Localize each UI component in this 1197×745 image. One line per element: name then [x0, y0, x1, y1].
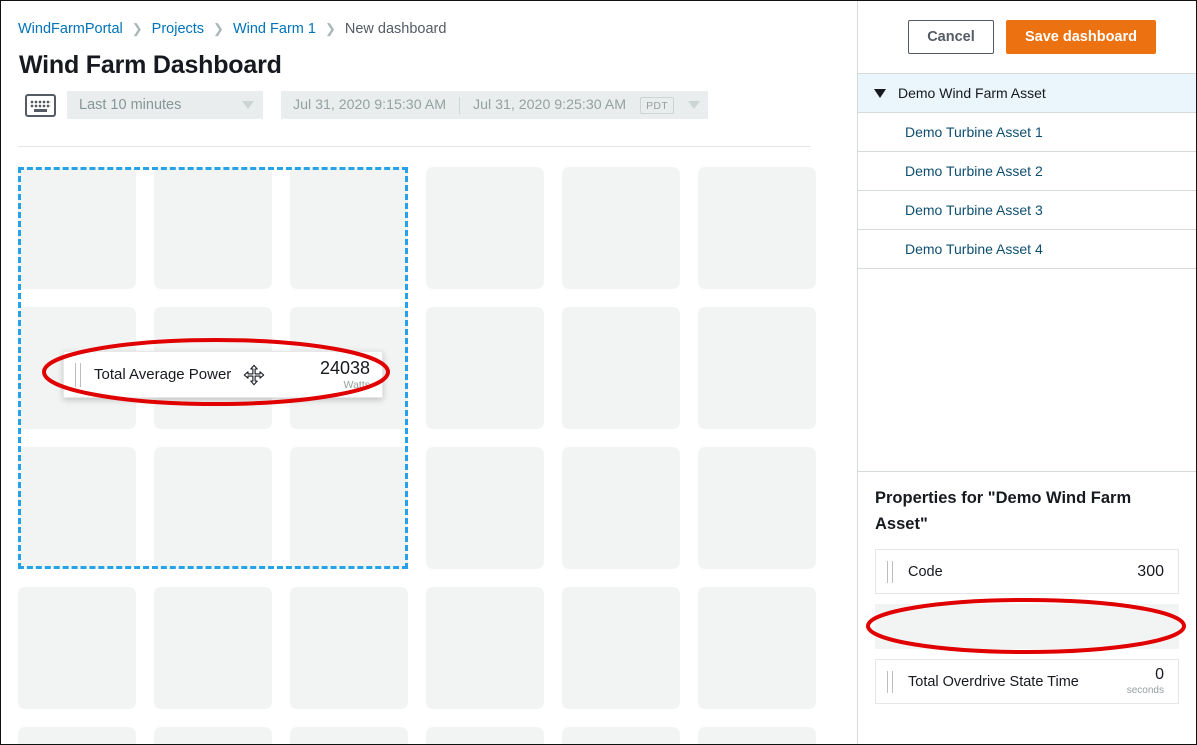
dashboard-grid-cell[interactable] [154, 727, 272, 744]
save-dashboard-button[interactable]: Save dashboard [1006, 20, 1156, 54]
property-label: Total Overdrive State Time [908, 674, 1079, 690]
asset-tree-row[interactable]: Demo Turbine Asset 2 [858, 152, 1196, 191]
breadcrumb-separator-icon: ❯ [132, 22, 143, 35]
dashboard-grid-cell[interactable] [562, 727, 680, 744]
widget-label: Total Average Power [94, 366, 231, 383]
breadcrumb-separator-icon: ❯ [213, 22, 224, 35]
time-range-dates[interactable]: Jul 31, 2020 9:15:30 AM Jul 31, 2020 9:2… [281, 91, 708, 119]
timezone-badge: PDT [640, 97, 674, 114]
keyboard-spacebar-decoration [34, 109, 47, 112]
breadcrumb: WindFarmPortal ❯ Projects ❯ Wind Farm 1 … [1, 1, 857, 39]
dashboard-grid-cell[interactable] [154, 587, 272, 709]
property-value-group: 0 seconds [1127, 667, 1164, 696]
dashboard-canvas-area: WindFarmPortal ❯ Projects ❯ Wind Farm 1 … [1, 1, 857, 744]
dashboard-grid-cell[interactable] [18, 447, 136, 569]
breadcrumb-item-1[interactable]: Projects [152, 21, 204, 37]
dashboard-grid-cell[interactable] [426, 587, 544, 709]
keyboard-keys-decoration [30, 100, 51, 108]
app-window: WindFarmPortal ❯ Projects ❯ Wind Farm 1 … [0, 0, 1197, 745]
dashboard-grid-cell[interactable] [426, 307, 544, 429]
breadcrumb-item-2[interactable]: Wind Farm 1 [233, 21, 316, 37]
properties-title: Properties for "Demo Wind Farm Asset" [875, 486, 1179, 537]
widget-value-group: 24038 Watts [320, 359, 370, 391]
property-value-group: 300 [1137, 564, 1164, 580]
caret-down-icon[interactable] [874, 89, 886, 98]
time-range-preset-value: Last 10 minutes [79, 97, 181, 113]
dashboard-grid-cell[interactable] [18, 587, 136, 709]
asset-tree-row[interactable]: Demo Wind Farm Asset [858, 74, 1196, 113]
time-range-end-date: Jul 31, 2020 9:25:30 AM [473, 97, 626, 113]
keyboard-icon[interactable] [25, 94, 56, 117]
widget-value: 24038 [320, 359, 370, 377]
dashboard-grid-cell[interactable] [562, 587, 680, 709]
drag-handle-icon[interactable] [886, 561, 895, 583]
dashboard-grid-cell[interactable] [290, 167, 408, 289]
breadcrumb-separator-icon: ❯ [325, 22, 336, 35]
time-range-start-date: Jul 31, 2020 9:15:30 AM [293, 97, 446, 113]
time-range-preset-select[interactable]: Last 10 minutes [67, 91, 263, 119]
chevron-down-icon[interactable] [688, 101, 700, 109]
move-cursor-icon [243, 364, 265, 386]
dashboard-grid-cell[interactable] [698, 447, 816, 569]
dashboard-grid-cell[interactable] [426, 727, 544, 744]
toolbar-divider [18, 146, 811, 147]
property-list: Code 300 Total Overdrive State Time 0 second… [875, 549, 1179, 704]
asset-tree-row-label: Demo Wind Farm Asset [898, 85, 1046, 101]
asset-tree-row[interactable]: Demo Turbine Asset 4 [858, 230, 1196, 269]
dashboard-grid-cell[interactable] [698, 727, 816, 744]
time-range-toolbar: Last 10 minutes Jul 31, 2020 9:15:30 AM … [25, 91, 857, 119]
panel-action-bar: Cancel Save dashboard [858, 1, 1196, 73]
drag-handle-icon[interactable] [74, 363, 83, 387]
asset-tree-row-label: Demo Turbine Asset 2 [905, 163, 1043, 179]
dashboard-grid-cell[interactable] [426, 447, 544, 569]
asset-tree-row-label: Demo Turbine Asset 3 [905, 202, 1043, 218]
page-title: Wind Farm Dashboard [19, 51, 857, 80]
dashboard-grid-cell[interactable] [698, 307, 816, 429]
property-row-placeholder[interactable] [875, 604, 1179, 649]
property-value: 0 [1127, 667, 1164, 683]
asset-tree-row-label: Demo Turbine Asset 1 [905, 124, 1043, 140]
asset-properties-section: Properties for "Demo Wind Farm Asset" Co… [858, 471, 1196, 744]
property-unit: seconds [1127, 686, 1164, 696]
asset-tree-row[interactable]: Demo Turbine Asset 3 [858, 191, 1196, 230]
dashboard-grid-cell[interactable] [290, 587, 408, 709]
breadcrumb-item-0[interactable]: WindFarmPortal [18, 21, 123, 37]
breadcrumb-item-3: New dashboard [345, 21, 447, 37]
dashboard-grid-cell[interactable] [562, 447, 680, 569]
property-row[interactable]: Total Overdrive State Time 0 seconds [875, 659, 1179, 704]
asset-tree-list: Demo Wind Farm Asset Demo Turbine Asset 1… [858, 73, 1196, 269]
dashboard-grid-cell[interactable] [154, 447, 272, 569]
property-row[interactable]: Code 300 [875, 549, 1179, 594]
panel-spacer [858, 269, 1196, 471]
dashboard-grid-cell[interactable] [562, 167, 680, 289]
dashboard-grid [18, 167, 857, 744]
dashboard-widget-total-average-power[interactable]: Total Average Power 24038 Watts [63, 351, 383, 398]
dashboard-grid-cell[interactable] [290, 447, 408, 569]
dashboard-grid-cell[interactable] [698, 167, 816, 289]
asset-tree-row-label: Demo Turbine Asset 4 [905, 241, 1043, 257]
dashboard-grid-cell[interactable] [290, 727, 408, 744]
property-label: Code [908, 564, 943, 580]
dashboard-grid-cell[interactable] [562, 307, 680, 429]
chevron-down-icon [242, 101, 254, 109]
date-divider [459, 97, 460, 114]
resource-explorer-panel: Cancel Save dashboard Demo Wind Farm Ass… [857, 1, 1196, 744]
property-value: 300 [1137, 564, 1164, 580]
dashboard-grid-cell[interactable] [154, 167, 272, 289]
widget-unit: Watts [320, 380, 370, 391]
dashboard-grid-cell[interactable] [18, 167, 136, 289]
dashboard-grid-cell[interactable] [698, 587, 816, 709]
asset-tree-row[interactable]: Demo Turbine Asset 1 [858, 113, 1196, 152]
drag-handle-icon[interactable] [886, 671, 895, 693]
cancel-button[interactable]: Cancel [908, 20, 994, 54]
dashboard-grid-cell[interactable] [18, 727, 136, 744]
dashboard-grid-cell[interactable] [426, 167, 544, 289]
